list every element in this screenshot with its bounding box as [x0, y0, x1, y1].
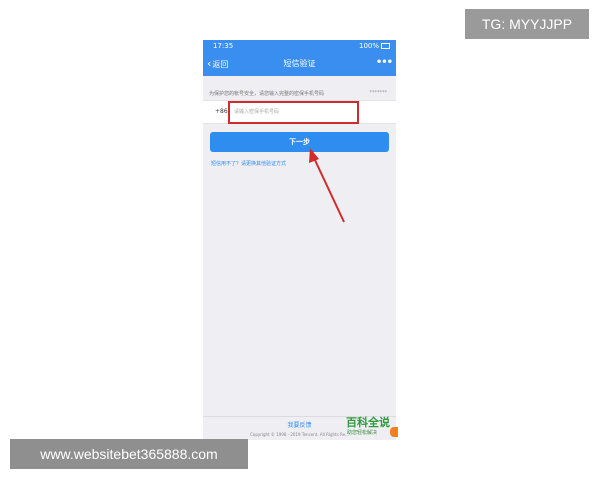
security-tip-text: 为保护您的帐号安全，请您输入完整的密保手机号码: [209, 91, 325, 97]
watermark-subtitle: 助您轻松解决: [347, 430, 378, 436]
watermark-title: 百科全说: [346, 416, 390, 429]
security-tip: 为保护您的帐号安全，请您输入完整的密保手机号码 *******: [209, 90, 391, 97]
battery-percent: 100%: [358, 42, 379, 50]
next-step-button[interactable]: 下一步: [210, 132, 389, 152]
status-time: 17:35: [213, 42, 234, 50]
page-title: 短信验证: [283, 59, 316, 68]
status-bar: 17:35 100%: [203, 40, 396, 52]
tg-overlay-label: TG: MYYJJPP: [465, 9, 589, 39]
masked-phone-hint: *******: [369, 90, 388, 96]
nav-bar: ‹返回 短信验证 •••: [203, 52, 396, 76]
alternate-verification-link[interactable]: 短信用不了？请更换其他验证方式: [211, 160, 286, 167]
more-menu-icon[interactable]: •••: [376, 52, 393, 74]
phone-screen: 17:35 100% ‹返回 短信验证 ••• 为保护您的帐号安全，请您输入完整…: [203, 40, 396, 440]
watermark-logo: 百科全说 助您轻松解决: [344, 414, 398, 440]
site-overlay-label: www.websitebet365888.com: [10, 439, 248, 469]
watermark-icon: [390, 427, 398, 437]
battery-icon: [381, 43, 390, 49]
phone-number-input[interactable]: [233, 106, 354, 118]
phone-input-row: +86: [203, 100, 396, 124]
country-code[interactable]: +86: [215, 101, 228, 123]
status-indicators: 100%: [359, 40, 390, 52]
